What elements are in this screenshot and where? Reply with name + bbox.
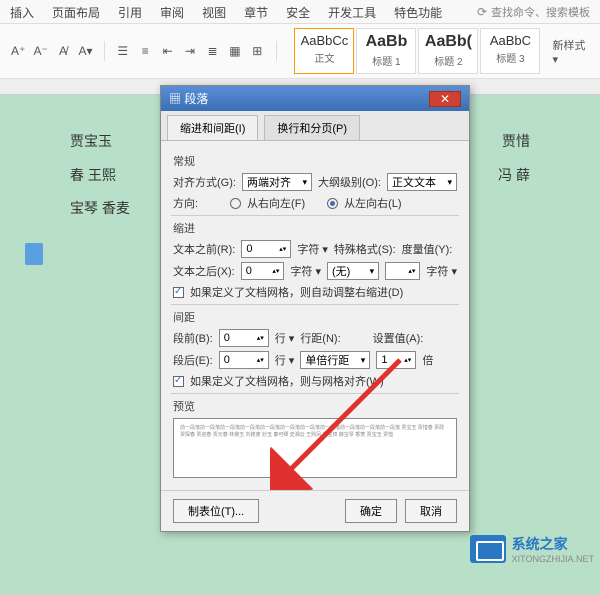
close-button[interactable]: ✕ [429,91,461,107]
text-before-spinner[interactable]: 0 [241,240,291,258]
text-before-label: 文本之前(R): [173,241,235,257]
tab-references[interactable]: 引用 [118,4,142,21]
before-label: 段前(B): [173,330,213,346]
font-decrease-icon[interactable]: A⁻ [32,42,48,60]
app-icon: ▦ [169,92,181,106]
outline-label: 大纲级别(O): [318,174,381,190]
align-icon[interactable]: ≣ [204,42,220,60]
cancel-button[interactable]: 取消 [405,499,457,523]
toolbar: A⁺ A⁻ A̸ A▾ ☰ ≡ ⇤ ⇥ ≣ ▦ ⊞ AaBbCc正文 AaBb标… [0,24,600,79]
indent-left-icon[interactable]: ⇤ [159,42,175,60]
spacing-label: 间距 [173,309,457,325]
style-heading2[interactable]: AaBb(标题 2 [418,28,478,74]
clear-format-icon[interactable]: A̸ [55,42,71,60]
text-after-label: 文本之后(X): [173,263,235,279]
indent-right-icon[interactable]: ⇥ [182,42,198,60]
snap-grid-label: 如果定义了文档网格，则与网格对齐(W) [190,373,384,389]
search-box[interactable]: ⟳ 查找命令、搜索模板 [477,4,590,20]
direction-rtl-label: 从右向左(F) [247,195,305,211]
tab-line-page-breaks[interactable]: 换行和分页(P) [264,115,360,140]
tab-layout[interactable]: 页面布局 [52,4,100,21]
preview-box: 前一段落前一段落前一段落前一段落前一段落前一段落前一段落前一段落前一段落前一段落… [173,418,457,478]
metric-label: 度量值(Y): [402,241,453,257]
style-normal[interactable]: AaBbCc正文 [294,28,354,74]
alignment-select[interactable]: 两端对齐 [242,173,312,191]
alignment-label: 对齐方式(G): [173,174,236,190]
search-icon: ⟳ [477,5,487,19]
indent-label: 缩进 [173,220,457,236]
auto-indent-checkbox[interactable] [173,287,184,298]
after-label: 段后(E): [173,352,213,368]
outline-select[interactable]: 正文文本 [387,173,457,191]
tab-sections[interactable]: 章节 [244,4,268,21]
dialog-titlebar[interactable]: ▦ 段落 ✕ [161,86,469,111]
linespacing-select[interactable]: 单倍行距 [300,351,370,369]
watermark: 系统之家 XITONGZHIJIA.NET [470,534,594,564]
direction-label: 方向: [173,195,198,211]
auto-indent-label: 如果定义了文档网格，则自动调整右缩进(D) [190,284,403,300]
tab-security[interactable]: 安全 [286,4,310,21]
setvalue-spinner[interactable]: 1 [376,351,416,369]
page-thumb-icon[interactable] [25,243,43,265]
paragraph-dialog: ▦ 段落 ✕ 缩进和间距(I) 换行和分页(P) 常规 对齐方式(G): 两端对… [160,85,470,532]
linespacing-label: 行距(N): [300,330,340,346]
style-heading1[interactable]: AaBb标题 1 [356,28,416,74]
style-heading3[interactable]: AaBbC标题 3 [480,28,540,74]
numbering-icon[interactable]: ≡ [137,42,153,60]
tab-review[interactable]: 审阅 [160,4,184,21]
direction-ltr-radio[interactable] [327,198,338,209]
font-increase-icon[interactable]: A⁺ [10,42,26,60]
before-spinner[interactable]: 0 [219,329,269,347]
font-style-icon[interactable]: A▾ [77,42,93,60]
tab-view[interactable]: 视图 [202,4,226,21]
tab-insert[interactable]: 插入 [10,4,34,21]
direction-ltr-label: 从左向右(L) [344,195,401,211]
tab-indent-spacing[interactable]: 缩进和间距(I) [167,115,258,140]
ok-button[interactable]: 确定 [345,499,397,523]
ribbon-tabs: 插入 页面布局 引用 审阅 视图 章节 安全 开发工具 特色功能 ⟳ 查找命令、… [0,0,600,24]
general-label: 常规 [173,153,457,169]
watermark-logo-icon [470,535,506,563]
style-gallery: AaBbCc正文 AaBb标题 1 AaBb(标题 2 AaBbC标题 3 [294,28,540,74]
after-spinner[interactable]: 0 [219,351,269,369]
preview-label: 预览 [173,398,457,414]
special-label: 特殊格式(S): [334,241,396,257]
new-style-button[interactable]: 新样式 ▾ [552,37,590,66]
tabstop-button[interactable]: 制表位(T)... [173,499,259,523]
text-after-spinner[interactable]: 0 [241,262,285,280]
tab-developer[interactable]: 开发工具 [328,4,376,21]
special-select[interactable]: (无) [327,262,379,280]
tab-special[interactable]: 特色功能 [394,4,442,21]
snap-grid-checkbox[interactable] [173,376,184,387]
border-icon[interactable]: ⊞ [249,42,265,60]
shading-icon[interactable]: ▦ [227,42,243,60]
setvalue-label: 设置值(A): [373,330,424,346]
direction-rtl-radio[interactable] [230,198,241,209]
bullets-icon[interactable]: ☰ [115,42,131,60]
metric-spinner[interactable] [385,262,420,280]
